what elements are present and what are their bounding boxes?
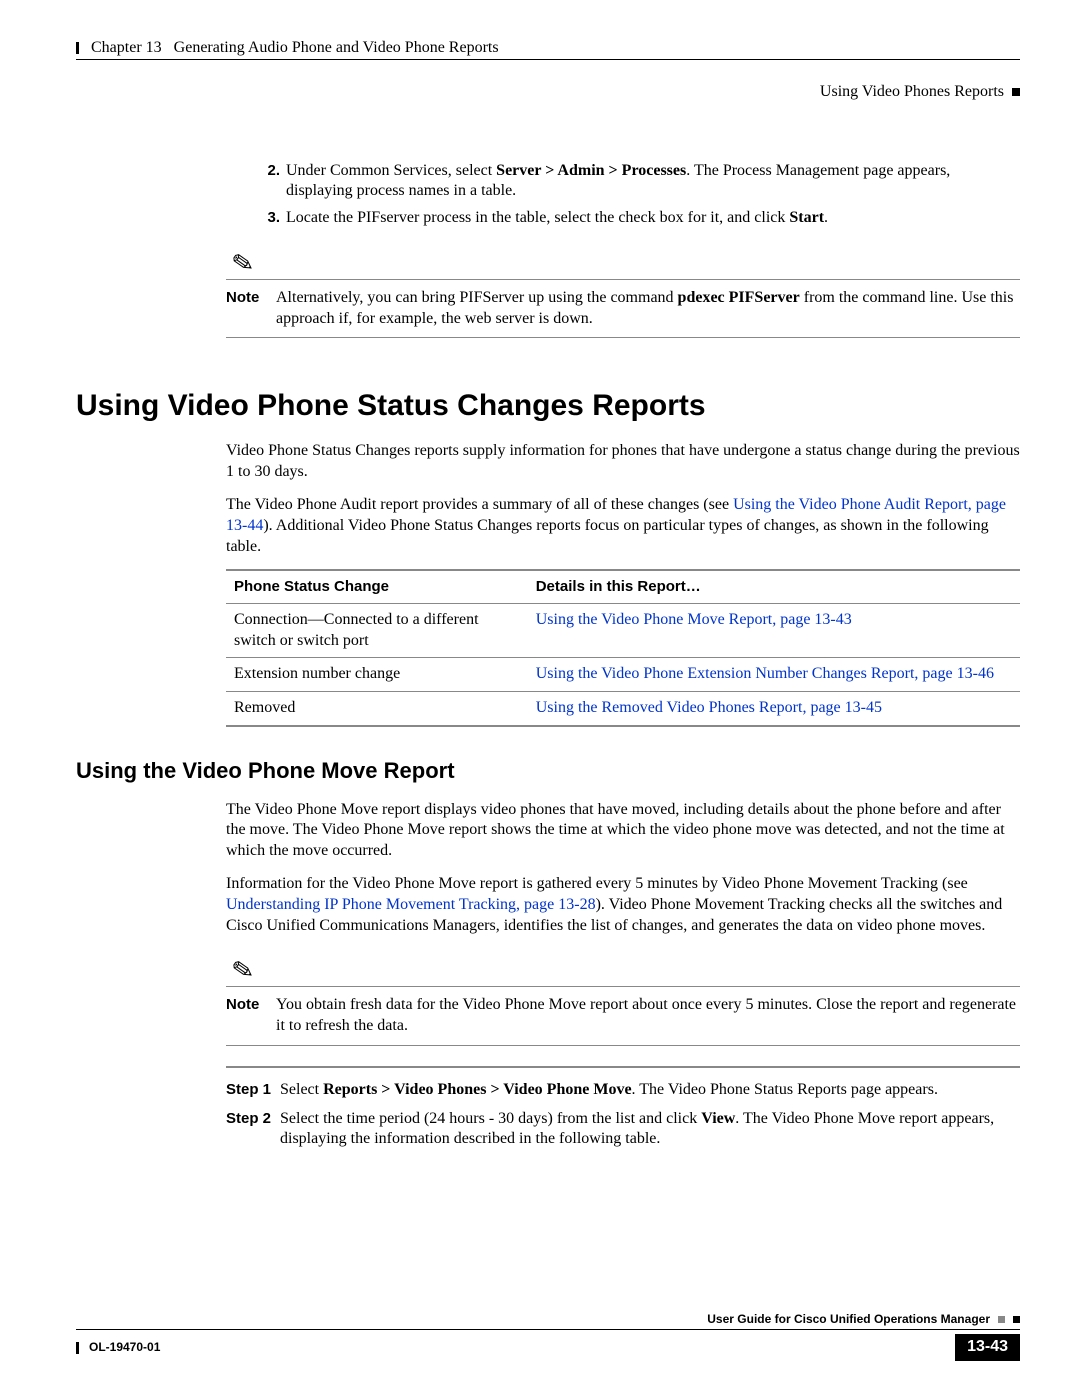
step-1: Step 1 Select Reports > Video Phones > V… bbox=[226, 1080, 1020, 1101]
page-content: 2. Under Common Services, select Server … bbox=[76, 161, 1020, 1151]
page-number: 13-43 bbox=[955, 1334, 1020, 1361]
step-number: 3. bbox=[256, 208, 280, 229]
note-label: Note bbox=[226, 995, 262, 1015]
note-box: Note Alternatively, you can bring PIFSer… bbox=[226, 279, 1020, 339]
heading-move-report: Using the Video Phone Move Report bbox=[76, 757, 1020, 786]
step-label: Step 2 bbox=[226, 1109, 280, 1151]
page: Chapter 13 Generating Audio Phone and Vi… bbox=[0, 0, 1080, 1397]
col-details: Details in this Report… bbox=[528, 570, 1020, 603]
note-icon-wrap: ✎ bbox=[226, 247, 1020, 281]
table-row: Extension number change Using the Video … bbox=[226, 658, 1020, 692]
pencil-icon: ✎ bbox=[229, 953, 256, 990]
note-icon-wrap: ✎ bbox=[226, 954, 1020, 988]
page-footer: User Guide for Cisco Unified Operations … bbox=[76, 1312, 1020, 1361]
table-row: Connection—Connected to a different swit… bbox=[226, 603, 1020, 658]
header-section: Using Video Phones Reports bbox=[820, 82, 1004, 103]
footer-guide-title: User Guide for Cisco Unified Operations … bbox=[707, 1312, 990, 1328]
note-text: You obtain fresh data for the Video Phon… bbox=[276, 995, 1020, 1037]
paragraph: The Video Phone Move report displays vid… bbox=[226, 800, 1020, 862]
ordered-step-2: 2. Under Common Services, select Server … bbox=[256, 161, 1020, 203]
footer-square-icon bbox=[998, 1316, 1005, 1323]
cell-status: Extension number change bbox=[226, 658, 528, 692]
paragraph: The Video Phone Audit report provides a … bbox=[226, 495, 1020, 557]
table-header-row: Phone Status Change Details in this Repo… bbox=[226, 570, 1020, 603]
footer-docid: OL-19470-01 bbox=[89, 1340, 160, 1356]
step-label: Step 1 bbox=[226, 1080, 280, 1101]
header-bar-icon bbox=[76, 42, 79, 54]
steps-rule bbox=[226, 1066, 1020, 1068]
heading-status-changes: Using Video Phone Status Changes Reports bbox=[76, 386, 1020, 425]
paragraph: Information for the Video Phone Move rep… bbox=[226, 874, 1020, 936]
link-movement-tracking[interactable]: Understanding IP Phone Movement Tracking… bbox=[226, 896, 596, 913]
page-header: Chapter 13 Generating Audio Phone and Vi… bbox=[76, 38, 1020, 103]
link-removed-report[interactable]: Using the Removed Video Phones Report, p… bbox=[536, 699, 882, 716]
cell-status: Removed bbox=[226, 692, 528, 726]
step-text: Locate the PIFserver process in the tabl… bbox=[286, 208, 1020, 229]
cell-details: Using the Video Phone Extension Number C… bbox=[528, 658, 1020, 692]
col-status-change: Phone Status Change bbox=[226, 570, 528, 603]
cell-details: Using the Removed Video Phones Report, p… bbox=[528, 692, 1020, 726]
header-square-icon bbox=[1012, 88, 1020, 96]
status-changes-table: Phone Status Change Details in this Repo… bbox=[226, 569, 1020, 727]
step-text: Under Common Services, select Server > A… bbox=[286, 161, 1020, 203]
pencil-icon: ✎ bbox=[229, 245, 256, 282]
procedure-steps: Step 1 Select Reports > Video Phones > V… bbox=[226, 1080, 1020, 1150]
step-text: Select the time period (24 hours - 30 da… bbox=[280, 1109, 1020, 1151]
note-label: Note bbox=[226, 288, 262, 308]
paragraph: Video Phone Status Changes reports suppl… bbox=[226, 441, 1020, 483]
step-2: Step 2 Select the time period (24 hours … bbox=[226, 1109, 1020, 1151]
table-row: Removed Using the Removed Video Phones R… bbox=[226, 692, 1020, 726]
note-box: Note You obtain fresh data for the Video… bbox=[226, 986, 1020, 1046]
step-number: 2. bbox=[256, 161, 280, 203]
footer-square-icon bbox=[1013, 1316, 1020, 1323]
link-ext-changes-report[interactable]: Using the Video Phone Extension Number C… bbox=[536, 665, 994, 682]
note-text: Alternatively, you can bring PIFServer u… bbox=[276, 288, 1020, 330]
link-move-report[interactable]: Using the Video Phone Move Report, page … bbox=[536, 611, 852, 628]
step-text: Select Reports > Video Phones > Video Ph… bbox=[280, 1080, 1020, 1101]
ordered-step-3: 3. Locate the PIFserver process in the t… bbox=[256, 208, 1020, 229]
cell-status: Connection—Connected to a different swit… bbox=[226, 603, 528, 658]
cell-details: Using the Video Phone Move Report, page … bbox=[528, 603, 1020, 658]
chapter-label: Chapter 13 Generating Audio Phone and Vi… bbox=[91, 38, 499, 59]
footer-bar-icon bbox=[76, 1342, 79, 1354]
